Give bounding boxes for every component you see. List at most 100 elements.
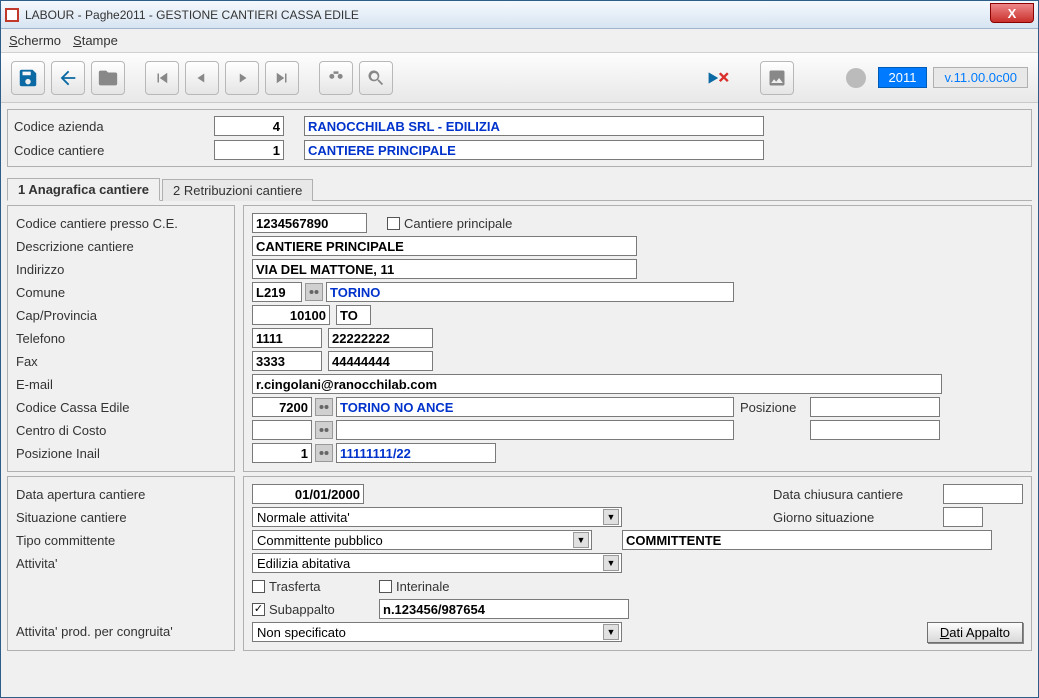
form-area: Codice cantiere presso C.E. Descrizione … [7,205,1032,691]
centro-extra-input[interactable] [810,420,940,440]
data-apertura-input[interactable]: 01/01/2000 [252,484,364,504]
nav-last-button[interactable] [265,61,299,95]
posizione-label: Posizione [740,400,810,415]
codice-azienda-input[interactable]: 4 [214,116,284,136]
email-input[interactable]: r.cingolani@ranocchilab.com [252,374,942,394]
save-button[interactable] [11,61,45,95]
fax-label: Fax [16,354,226,369]
tab-retribuzioni[interactable]: 2 Retribuzioni cantiere [162,179,313,201]
subappalto-input[interactable]: n.123456/987654 [379,599,629,619]
subappalto-label: Subappalto [269,602,379,617]
menu-schermo[interactable]: Schermo [9,33,61,48]
cap-input[interactable]: 10100 [252,305,330,325]
situazione-select[interactable]: Normale attivita'▼ [252,507,622,527]
centro-name [336,420,734,440]
version-badge: v.11.00.0c00 [933,67,1028,88]
codice-ce-label: Codice cantiere presso C.E. [16,216,226,231]
app-window: LABOUR - Paghe2011 - GESTIONE CANTIERI C… [0,0,1039,698]
trasferta-label: Trasferta [269,579,379,594]
azienda-desc: RANOCCHILAB SRL - EDILIZIA [304,116,764,136]
codice-ce-input[interactable]: 1234567890 [252,213,367,233]
lookup-cassa-icon[interactable] [315,398,333,416]
cantiere-desc: CANTIERE PRINCIPALE [304,140,764,160]
lookup-centro-icon[interactable] [315,421,333,439]
cap-label: Cap/Provincia [16,308,226,323]
header-panel: Codice azienda 4 RANOCCHILAB SRL - EDILI… [7,109,1032,167]
centro-label: Centro di Costo [16,423,226,438]
folder-button[interactable] [91,61,125,95]
inail-code-input[interactable]: 1 [252,443,312,463]
search-button[interactable] [359,61,393,95]
tab-anagrafica[interactable]: 1 Anagrafica cantiere [7,178,160,201]
nav-next-button[interactable] [225,61,259,95]
year-badge: 2011 [878,67,928,88]
cantiere-principale-checkbox[interactable] [387,217,400,230]
attivita-label: Attivita' [16,556,226,571]
giorno-input[interactable] [943,507,983,527]
fax2-input[interactable]: 44444444 [328,351,433,371]
nav-first-button[interactable] [145,61,179,95]
window-title: LABOUR - Paghe2011 - GESTIONE CANTIERI C… [25,8,359,22]
labels-panel-2: Data apertura cantiere Situazione cantie… [7,476,235,651]
image-button[interactable] [760,61,794,95]
interinale-checkbox[interactable] [379,580,392,593]
tel2-input[interactable]: 22222222 [328,328,433,348]
lookup-inail-icon[interactable] [315,444,333,462]
posizione-input[interactable] [810,397,940,417]
interinale-label: Interinale [396,579,449,594]
comune-name: TORINO [326,282,734,302]
codice-cantiere-input[interactable]: 1 [214,140,284,160]
menubar: Schermo Stampe [1,29,1038,53]
titlebar: LABOUR - Paghe2011 - GESTIONE CANTIERI C… [1,1,1038,29]
cassa-code-input[interactable]: 7200 [252,397,312,417]
toolbar: 2011 v.11.00.0c00 [1,53,1038,103]
indirizzo-input[interactable]: VIA DEL MATTONE, 11 [252,259,637,279]
attivita-select[interactable]: Edilizia abitativa▼ [252,553,622,573]
centro-code-input[interactable] [252,420,312,440]
prov-input[interactable]: TO [336,305,371,325]
data-chiusura-input[interactable] [943,484,1023,504]
status-indicator [846,68,866,88]
binoculars-button[interactable] [319,61,353,95]
tipo-comm-label: Tipo committente [16,533,226,548]
trasferta-checkbox[interactable] [252,580,265,593]
codice-cantiere-label: Codice cantiere [14,143,214,158]
app-icon [5,8,19,22]
email-label: E-mail [16,377,226,392]
inputs-panel-1: 1234567890 Cantiere principale CANTIERE … [243,205,1032,472]
tabs: 1 Anagrafica cantiere 2 Retribuzioni can… [7,175,1032,201]
descrizione-input[interactable]: CANTIERE PRINCIPALE [252,236,637,256]
cantiere-principale-label: Cantiere principale [404,216,512,231]
lookup-comune-icon[interactable] [305,283,323,301]
comune-code-input[interactable]: L219 [252,282,302,302]
dati-appalto-button[interactable]: Dati Appalto [927,622,1023,643]
giorno-label: Giorno situazione [773,510,943,525]
indirizzo-label: Indirizzo [16,262,226,277]
data-chiusura-label: Data chiusura cantiere [773,487,943,502]
committente-input[interactable]: COMMITTENTE [622,530,992,550]
back-button[interactable] [51,61,85,95]
tipo-comm-select[interactable]: Committente pubblico▼ [252,530,592,550]
nav-prev-button[interactable] [185,61,219,95]
data-apertura-label: Data apertura cantiere [16,487,226,502]
labels-panel-1: Codice cantiere presso C.E. Descrizione … [7,205,235,472]
tel1-input[interactable]: 1111 [252,328,322,348]
content-area: Codice azienda 4 RANOCCHILAB SRL - EDILI… [1,103,1038,697]
inail-value: 11111111/22 [336,443,496,463]
fax1-input[interactable]: 3333 [252,351,322,371]
menu-stampe[interactable]: Stampe [73,33,118,48]
close-button[interactable]: X [990,3,1034,23]
codice-azienda-label: Codice azienda [14,119,214,134]
congruita-select[interactable]: Non specificato▼ [252,622,622,642]
telefono-label: Telefono [16,331,226,346]
congruita-label: Attivita' prod. per congruita' [16,624,226,639]
inail-label: Posizione Inail [16,446,226,461]
subappalto-checkbox[interactable] [252,603,265,616]
situazione-label: Situazione cantiere [16,510,226,525]
inputs-panel-2: 01/01/2000 Data chiusura cantiere Normal… [243,476,1032,651]
cassa-name: TORINO NO ANCE [336,397,734,417]
flag-delete-icon[interactable] [702,61,736,95]
comune-label: Comune [16,285,226,300]
cassa-label: Codice Cassa Edile [16,400,226,415]
descrizione-label: Descrizione cantiere [16,239,226,254]
